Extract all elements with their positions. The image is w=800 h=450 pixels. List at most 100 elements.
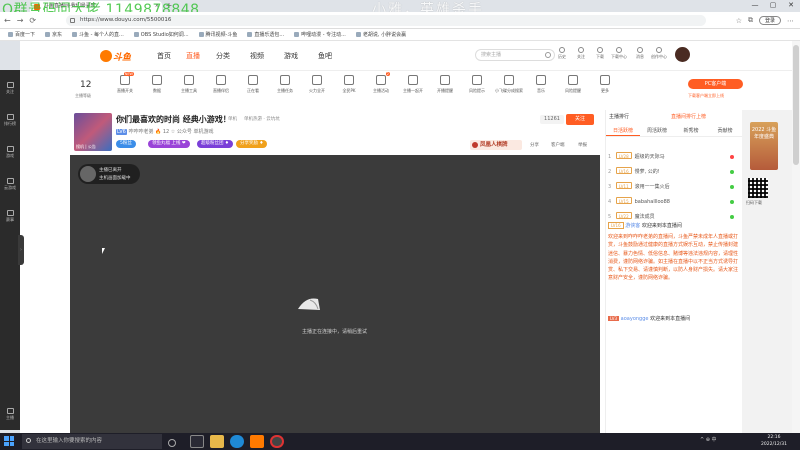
extensions-icon[interactable]: ⧉ bbox=[748, 16, 753, 25]
close-window-button[interactable]: ✕ bbox=[782, 0, 800, 12]
search-icon[interactable] bbox=[545, 52, 551, 58]
room-pill-superfan[interactable]: 超级粉丝团 ♦ bbox=[197, 140, 233, 148]
toolbar-tool[interactable]: 直播伴侣 bbox=[206, 72, 236, 94]
chat-username[interactable]: aoayongge bbox=[621, 316, 649, 322]
download-center-button[interactable]: 下载中心 bbox=[610, 47, 628, 60]
nav-video[interactable]: 视频 bbox=[250, 51, 264, 61]
bookmark-item[interactable]: 哔哩动漫 - 专注动... bbox=[294, 29, 346, 40]
toolbar-tool[interactable]: 音乐 bbox=[526, 72, 556, 94]
bookmark-item[interactable]: 京东 bbox=[45, 29, 62, 40]
report-button[interactable]: 举报 bbox=[578, 142, 587, 148]
toolbar-tool[interactable]: 火力全开 bbox=[302, 72, 332, 94]
bookmark-item[interactable]: 直播乐透包... bbox=[247, 29, 284, 40]
event-banner[interactable]: 2022 斗鱼年度盛典 bbox=[750, 122, 778, 170]
tool-icon bbox=[216, 75, 226, 85]
nav-live[interactable]: 直播 bbox=[186, 51, 200, 61]
toolbar-tool[interactable]: 主播一起开 bbox=[398, 72, 428, 94]
pc-client-button[interactable]: PC客户端 bbox=[688, 79, 743, 89]
history-button[interactable]: 历史 bbox=[553, 47, 571, 60]
room-pill-share-reward[interactable]: 分享奖励 ♦ bbox=[236, 140, 268, 148]
star-icon[interactable]: ☆ bbox=[736, 17, 742, 25]
follow-button[interactable]: 关注 bbox=[566, 114, 594, 125]
toolbar-tool[interactable]: 开播提醒 bbox=[430, 72, 460, 94]
bookmark-item[interactable]: 老胡说, 小胖说会赢 bbox=[356, 29, 406, 40]
nav-game[interactable]: 游戏 bbox=[284, 51, 298, 61]
bookmark-item[interactable]: 斗鱼 - 每个人的直... bbox=[72, 29, 124, 40]
toolbar-tool[interactable]: 风险提醒 bbox=[558, 72, 588, 94]
dock-toggle-button[interactable]: › bbox=[18, 235, 24, 265]
rank-title-secondary[interactable]: 直播间排行上榜 bbox=[671, 113, 706, 120]
room-pill-fishball[interactable]: 领鱼丸福 上线 ❤ bbox=[148, 140, 190, 148]
follow-list-button[interactable]: 关注 bbox=[572, 47, 590, 60]
tool-label: 数据 bbox=[153, 88, 161, 93]
tab-newcomer[interactable]: 新秀榜 bbox=[674, 126, 708, 136]
address-bar[interactable]: https://www.douyu.com/5500016 bbox=[66, 15, 706, 26]
maximize-button[interactable]: ▢ bbox=[764, 0, 782, 12]
client-button[interactable]: 客户端 bbox=[551, 142, 565, 148]
toolbar-tool[interactable]: 正在看 bbox=[238, 72, 268, 94]
dock-item-games[interactable]: 游戏 bbox=[0, 146, 20, 159]
tab-daily-active[interactable]: 日活跃榜 bbox=[606, 126, 640, 136]
bookmark-item[interactable]: OBS Studio如何调... bbox=[134, 29, 189, 40]
taskbar-search-input[interactable]: 在这里输入你要搜索的内容 bbox=[22, 434, 162, 449]
site-logo[interactable]: 斗鱼 bbox=[100, 47, 136, 65]
site-search-input[interactable]: 搜索主播 bbox=[475, 49, 555, 61]
file-explorer-icon[interactable] bbox=[210, 435, 224, 448]
taskbar-clock[interactable]: 22:16 2022/12/31 bbox=[754, 434, 794, 448]
toolbar-tool[interactable]: 更多 bbox=[590, 72, 620, 94]
bookmark-item[interactable]: 腾讯视频-斗鱼 bbox=[199, 29, 238, 40]
rank-row[interactable]: 3 LV11 滚用一一集火后 bbox=[608, 181, 738, 193]
douyu-app-icon[interactable] bbox=[250, 435, 264, 448]
room-category[interactable]: 单机 bbox=[228, 116, 237, 122]
obs-studio-icon[interactable] bbox=[270, 435, 284, 448]
room-subcategory[interactable]: 单机热游 · 云坑坑 bbox=[244, 116, 280, 122]
nav-category[interactable]: 分类 bbox=[216, 51, 230, 61]
nav-home[interactable]: 首页 bbox=[157, 51, 171, 61]
top-icon-label: 下载中心 bbox=[611, 54, 627, 59]
toolbar-tool[interactable]: 主播活动 2 bbox=[366, 72, 396, 94]
nav-fishbar[interactable]: 鱼吧 bbox=[318, 51, 332, 61]
dock-item-events[interactable]: 赛事 bbox=[0, 210, 20, 223]
tab-contribution[interactable]: 贡献榜 bbox=[708, 126, 742, 136]
messages-button[interactable]: 消息 bbox=[631, 47, 649, 60]
dock-item-follow[interactable]: 关注 bbox=[0, 82, 20, 95]
task-view-icon[interactable] bbox=[190, 435, 204, 448]
minimize-button[interactable]: — bbox=[746, 0, 764, 12]
video-player[interactable] bbox=[70, 155, 600, 433]
user-avatar[interactable] bbox=[675, 47, 690, 62]
dock-item-cloud-game[interactable]: 云游戏 bbox=[0, 178, 20, 191]
windows-start-icon[interactable] bbox=[4, 436, 14, 446]
download-button[interactable]: 下载 bbox=[591, 47, 609, 60]
creator-center-button[interactable]: 创作中心 bbox=[650, 47, 668, 60]
tab-weekly-active[interactable]: 周活跃榜 bbox=[640, 126, 674, 136]
rank-row[interactable]: 2 LV16 慢萝, 公的! bbox=[608, 166, 738, 178]
bookmark-item[interactable]: 百度一下 bbox=[8, 29, 35, 40]
system-tray[interactable]: ^ ⊕ 中 bbox=[700, 436, 717, 443]
toolbar-tool[interactable]: 主播工具 bbox=[174, 72, 204, 94]
edge-browser-icon[interactable] bbox=[230, 435, 244, 448]
pc-client-subtext[interactable]: 下载客户端立即上线 bbox=[688, 93, 724, 99]
toolbar-tool[interactable]: 主播任务 bbox=[270, 72, 300, 94]
reload-button[interactable]: ⟳ bbox=[29, 12, 36, 29]
rank-row[interactable]: 4 LV15 babahallloo88 bbox=[608, 196, 738, 208]
share-button[interactable]: 分享 bbox=[530, 142, 539, 148]
profile-button[interactable]: 登录 bbox=[758, 16, 781, 25]
menu-button[interactable]: ⋯ bbox=[787, 17, 794, 25]
chat-username[interactable]: 游侠客 bbox=[625, 223, 640, 229]
scrollbar-thumb[interactable] bbox=[793, 45, 799, 165]
back-button[interactable]: ← bbox=[4, 12, 11, 29]
rank-row[interactable]: 1 LV28 超级的天际马 bbox=[608, 151, 738, 163]
forward-button[interactable]: → bbox=[17, 12, 24, 29]
room-pill-fans[interactable]: 5粉丝 bbox=[116, 140, 136, 148]
toolbar-tool[interactable]: 小飞碟分成搜索 bbox=[494, 72, 524, 94]
dock-item-streamer[interactable]: 主播 bbox=[0, 408, 20, 421]
cortana-icon[interactable] bbox=[168, 439, 176, 447]
toolbar-tool[interactable]: 全民PK bbox=[334, 72, 364, 94]
grid-icon bbox=[6, 146, 14, 152]
toolbar-tool[interactable]: 数据 bbox=[142, 72, 172, 94]
toolbar-tool[interactable]: 风险提示 bbox=[462, 72, 492, 94]
dock-item-rank[interactable]: 排行榜 bbox=[0, 114, 20, 127]
page-scrollbar[interactable] bbox=[792, 41, 800, 433]
sponsor-logo[interactable]: 凤凰人棋牌 bbox=[470, 140, 522, 150]
toolbar-tool[interactable]: 直播开关 NEW bbox=[110, 72, 140, 94]
